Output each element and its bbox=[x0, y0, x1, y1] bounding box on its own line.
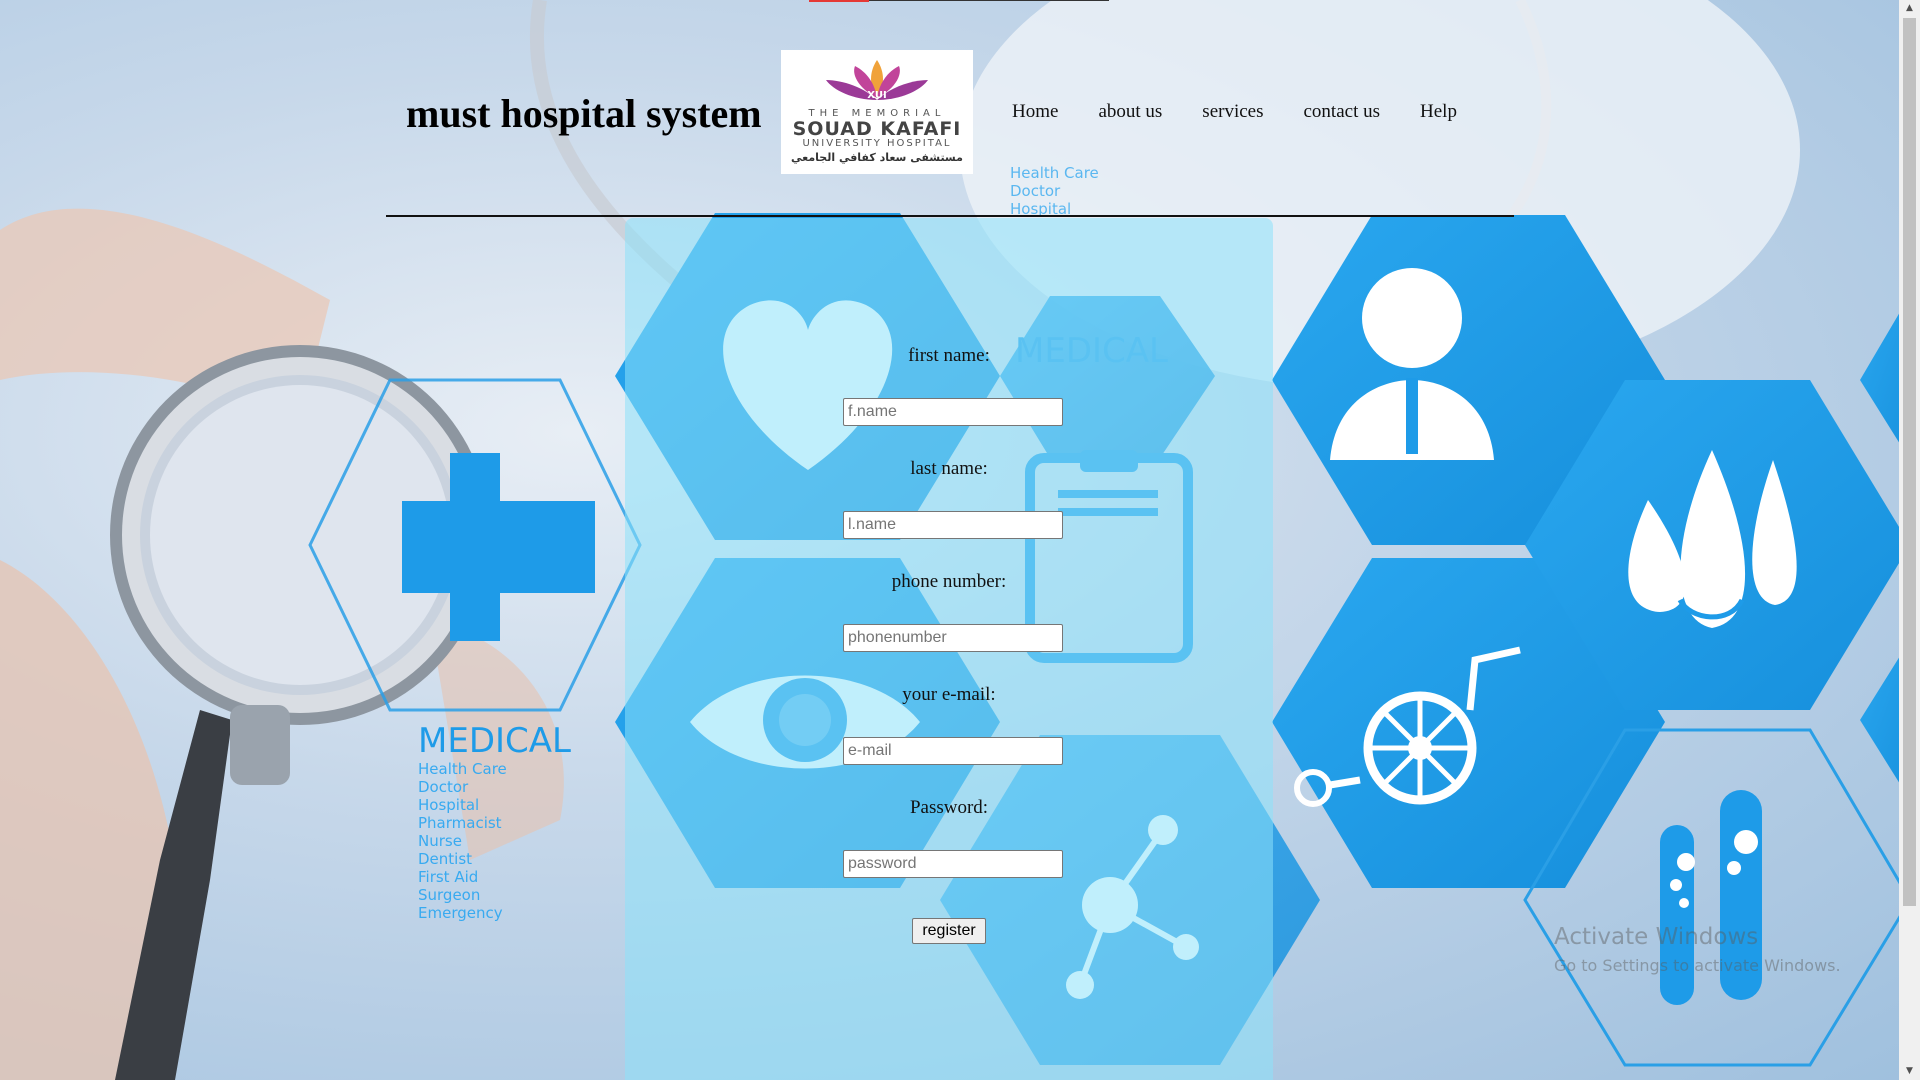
nav-help[interactable]: Help bbox=[1420, 101, 1457, 123]
first-name-input[interactable] bbox=[843, 398, 1063, 426]
lotus-icon: XUI bbox=[826, 60, 928, 101]
nav-home[interactable]: Home bbox=[1012, 101, 1058, 123]
medical-heading-left: MEDICAL bbox=[418, 721, 571, 761]
header-divider bbox=[386, 215, 1514, 217]
scroll-up-arrow-icon[interactable]: ▲ bbox=[1899, 0, 1920, 17]
logo-line-university: UNIVERSITY HOSPITAL bbox=[802, 138, 952, 149]
email-label: your e-mail: bbox=[902, 684, 996, 705]
main-nav: Home about us services contact us Help bbox=[1012, 101, 1497, 123]
svg-text:Pharmacist: Pharmacist bbox=[418, 814, 502, 832]
svg-text:Emergency: Emergency bbox=[418, 904, 503, 922]
svg-text:Nurse: Nurse bbox=[418, 832, 462, 850]
nav-contact-us[interactable]: contact us bbox=[1304, 101, 1381, 123]
nav-services[interactable]: services bbox=[1202, 101, 1263, 123]
svg-text:Dentist: Dentist bbox=[418, 850, 472, 868]
last-name-label: last name: bbox=[910, 458, 988, 479]
register-button[interactable]: register bbox=[912, 918, 986, 944]
svg-text:Surgeon: Surgeon bbox=[418, 886, 480, 904]
svg-text:Health Care: Health Care bbox=[1010, 164, 1099, 182]
top-accent-strip bbox=[809, 0, 1109, 2]
email-input[interactable] bbox=[843, 737, 1063, 765]
svg-text:First Aid: First Aid bbox=[418, 868, 478, 886]
phone-number-label: phone number: bbox=[891, 571, 1007, 592]
svg-text:Hospital: Hospital bbox=[418, 796, 479, 814]
logo-line-name: SOUAD KAFAFI bbox=[792, 118, 962, 140]
svg-text:Doctor: Doctor bbox=[1010, 182, 1061, 200]
watermark-subtitle: Go to Settings to activate Windows. bbox=[1554, 956, 1841, 975]
password-label: Password: bbox=[909, 797, 989, 818]
first-name-label: first name: bbox=[908, 345, 990, 366]
site-title: must hospital system bbox=[406, 91, 762, 136]
watermark-title: Activate Windows bbox=[1554, 924, 1759, 950]
svg-text:XUI: XUI bbox=[867, 90, 887, 101]
nav-about-us[interactable]: about us bbox=[1098, 101, 1162, 123]
vertical-scrollbar[interactable]: ▲ ▼ bbox=[1899, 0, 1920, 1080]
svg-text:Doctor: Doctor bbox=[418, 778, 469, 796]
password-input[interactable] bbox=[843, 850, 1063, 878]
scrollbar-thumb[interactable] bbox=[1903, 18, 1916, 906]
last-name-input[interactable] bbox=[843, 511, 1063, 539]
activate-windows-watermark: Activate Windows Go to Settings to activ… bbox=[1554, 924, 1841, 975]
scroll-down-arrow-icon[interactable]: ▼ bbox=[1899, 1063, 1920, 1080]
phone-number-input[interactable] bbox=[843, 624, 1063, 652]
svg-text:Health Care: Health Care bbox=[418, 760, 507, 778]
hospital-logo: XUI THE MEMORIAL SOUAD KAFAFI UNIVERSITY… bbox=[781, 50, 973, 174]
logo-line-arabic: مستشفى سعاد كفافي الجامعي bbox=[791, 151, 963, 164]
